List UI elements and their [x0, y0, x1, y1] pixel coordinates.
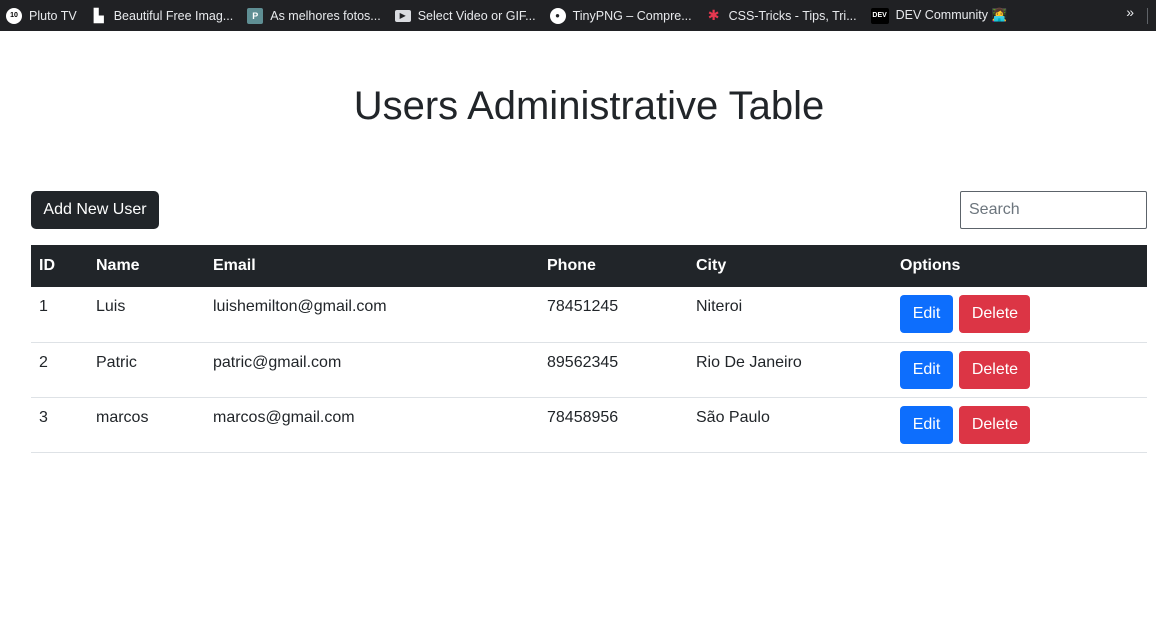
bookmark-6[interactable]: DEV DEV Community 👩‍💻 — [865, 4, 1015, 28]
unsplash-icon: ▙ — [93, 7, 104, 23]
bookmark-2[interactable]: P As melhores fotos... — [241, 4, 388, 28]
bookmark-label: CSS-Tricks - Tips, Tri... — [728, 8, 857, 23]
bookmark-label: DEV Community 👩‍💻 — [895, 8, 1008, 22]
cell-name: Luis — [96, 298, 126, 315]
cell-name: marcos — [96, 408, 149, 426]
cell-id: 3 — [39, 408, 48, 426]
header-phone: Phone — [547, 257, 596, 274]
cell-email: patric@gmail.com — [213, 353, 342, 371]
header-id: ID — [39, 257, 55, 274]
cell-city: Rio De Janeiro — [696, 353, 802, 371]
edit-button[interactable]: Edit — [900, 295, 953, 333]
cell-name: Patric — [96, 353, 137, 371]
header-options: Options — [900, 257, 961, 274]
bookmark-label: Beautiful Free Imag... — [113, 8, 234, 23]
bookmark-label: As melhores fotos... — [270, 8, 381, 23]
table-row: 3 marcos marcos@gmail.com 78458956 São P… — [31, 397, 1147, 452]
search-input[interactable] — [960, 191, 1147, 229]
table-row: 2 Patric patric@gmail.com 89562345 Rio D… — [31, 342, 1147, 397]
bookmark-5[interactable]: ✱ CSS-Tricks - Tips, Tri... — [700, 4, 865, 28]
pluto-icon: 10 — [6, 7, 22, 24]
cell-city: São Paulo — [696, 408, 770, 426]
delete-button[interactable]: Delete — [959, 295, 1031, 333]
cell-id: 2 — [39, 353, 48, 371]
cell-options: Edit Delete — [892, 397, 1147, 452]
pexels-icon: P — [247, 7, 264, 24]
bookmarks-bar: 10 Pluto TV ▙ Beautiful Free Imag... P A… — [0, 0, 1156, 31]
bookmark-label: Pluto TV — [29, 8, 77, 23]
cell-options: Edit Delete — [892, 342, 1147, 397]
cell-phone: 78458956 — [547, 408, 619, 426]
page-title: Users Administrative Table — [353, 84, 825, 128]
bookmark-label: Select Video or GIF... — [417, 8, 536, 23]
asterisk-icon: ✱ — [707, 7, 720, 23]
cell-phone: 89562345 — [547, 353, 619, 371]
delete-button[interactable]: Delete — [959, 350, 1031, 389]
cell-id: 1 — [39, 298, 48, 315]
header-email: Email — [213, 257, 256, 274]
dev-icon: DEV — [870, 7, 889, 24]
header-name: Name — [96, 257, 140, 274]
bookmark-label: TinyPNG – Compre... — [572, 8, 692, 23]
cell-city: Niteroi — [696, 298, 743, 315]
bookmark-4[interactable]: ● TinyPNG – Compre... — [544, 4, 700, 28]
cell-email: marcos@gmail.com — [213, 408, 355, 426]
add-user-button[interactable]: Add New User — [31, 191, 159, 229]
toolbar-divider — [1147, 8, 1148, 24]
bookmark-3[interactable]: ▶ Select Video or GIF... — [389, 4, 544, 28]
video-icon: ▶ — [394, 9, 411, 22]
cell-email: luishemilton@gmail.com — [213, 298, 387, 315]
table-row: 1 Luis luishemilton@gmail.com 78451245 N… — [31, 287, 1147, 342]
edit-button[interactable]: Edit — [900, 350, 953, 389]
edit-button[interactable]: Edit — [900, 405, 953, 444]
delete-button[interactable]: Delete — [959, 405, 1031, 444]
bookmark-1[interactable]: ▙ Beautiful Free Imag... — [85, 4, 242, 28]
cell-phone: 78451245 — [547, 298, 619, 315]
users-table: ID Name Email Phone City Options 1 Luis … — [31, 245, 1147, 453]
bookmark-0[interactable]: 10 Pluto TV — [0, 4, 85, 28]
panda-icon: ● — [549, 7, 566, 24]
cell-options: Edit Delete — [892, 287, 1147, 342]
bookmarks-overflow-icon[interactable]: » — [1126, 4, 1134, 20]
header-city: City — [696, 257, 727, 274]
table-header-row: ID Name Email Phone City Options — [31, 245, 1147, 287]
